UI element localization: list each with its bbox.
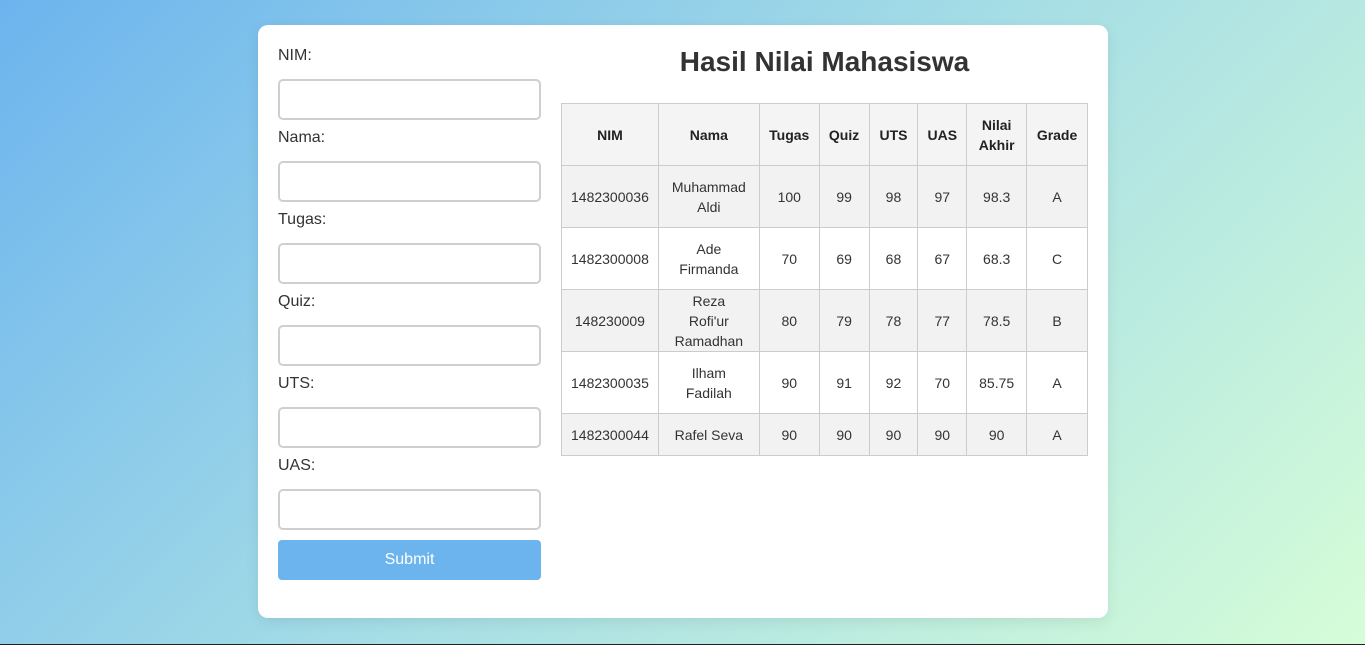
cell-nama: Ilham Fadilah <box>657 351 760 414</box>
table-row: 148230009 Reza Rofi'ur Ramadhan 80 79 78… <box>561 289 1088 352</box>
cell-nilai-akhir: 85.75 <box>966 351 1028 414</box>
cell-nama: Muhammad Aldi <box>657 165 760 228</box>
quiz-label: Quiz: <box>278 293 316 310</box>
cell-quiz: 91 <box>818 351 870 414</box>
cell-uts: 78 <box>868 289 919 352</box>
tugas-label: Tugas: <box>278 211 327 228</box>
column-header-quiz: Quiz <box>818 103 870 166</box>
nama-input[interactable] <box>278 161 541 202</box>
cell-nama: Ade Firmanda <box>657 227 760 290</box>
cell-grade: A <box>1026 413 1088 456</box>
cell-grade: A <box>1026 351 1088 414</box>
cell-quiz: 79 <box>818 289 870 352</box>
cell-uas: 70 <box>917 351 968 414</box>
cell-uas: 97 <box>917 165 968 228</box>
uts-label: UTS: <box>278 375 315 392</box>
cell-tugas: 80 <box>758 289 820 352</box>
column-header-nama: Nama <box>657 103 760 166</box>
cell-nilai-akhir: 68.3 <box>966 227 1028 290</box>
cell-nim: 1482300008 <box>561 227 659 290</box>
cell-tugas: 100 <box>758 165 820 228</box>
cell-uts: 98 <box>868 165 919 228</box>
results-panel: Hasil Nilai Mahasiswa NIM Nama Tugas Qui… <box>561 43 1088 456</box>
cell-tugas: 90 <box>758 413 820 456</box>
cell-uas: 90 <box>917 413 968 456</box>
column-header-uas: UAS <box>917 103 968 166</box>
column-header-grade: Grade <box>1026 103 1088 166</box>
cell-tugas: 70 <box>758 227 820 290</box>
cell-nama: Reza Rofi'ur Ramadhan <box>657 289 760 352</box>
cell-nilai-akhir: 98.3 <box>966 165 1028 228</box>
column-header-tugas: Tugas <box>758 103 820 166</box>
nim-input[interactable] <box>278 79 541 120</box>
submit-button[interactable]: Submit <box>278 540 541 580</box>
column-header-uts: UTS <box>868 103 919 166</box>
cell-quiz: 90 <box>818 413 870 456</box>
cell-quiz: 69 <box>818 227 870 290</box>
results-title: Hasil Nilai Mahasiswa <box>679 46 970 77</box>
cell-nim: 1482300035 <box>561 351 659 414</box>
cell-grade: B <box>1026 289 1088 352</box>
cell-nilai-akhir: 78.5 <box>966 289 1028 352</box>
column-header-nim: NIM <box>561 103 659 166</box>
cell-uas: 67 <box>917 227 968 290</box>
cell-tugas: 90 <box>758 351 820 414</box>
cell-nama: Rafel Seva <box>657 413 760 456</box>
cell-uas: 77 <box>917 289 968 352</box>
grades-table: NIM Nama Tugas Quiz UTS UAS Nilai Akhir … <box>561 103 1088 456</box>
cell-nim: 148230009 <box>561 289 659 352</box>
table-row: 1482300008 Ade Firmanda 70 69 68 67 68.3… <box>561 227 1088 290</box>
cell-nilai-akhir: 90 <box>966 413 1028 456</box>
cell-nim: 1482300036 <box>561 165 659 228</box>
table-header-row: NIM Nama Tugas Quiz UTS UAS Nilai Akhir … <box>561 103 1088 166</box>
uts-input[interactable] <box>278 407 541 448</box>
cell-nim: 1482300044 <box>561 413 659 456</box>
quiz-input[interactable] <box>278 325 541 366</box>
cell-grade: A <box>1026 165 1088 228</box>
cell-uts: 92 <box>868 351 919 414</box>
tugas-input[interactable] <box>278 243 541 284</box>
grade-input-form: NIM: Nama: Tugas: Quiz: UTS: UAS: Submit <box>278 47 541 580</box>
table-row: 1482300044 Rafel Seva 90 90 90 90 90 A <box>561 413 1088 456</box>
main-card: NIM: Nama: Tugas: Quiz: UTS: UAS: Submit… <box>258 25 1108 618</box>
column-header-nilai-akhir: Nilai Akhir <box>966 103 1028 166</box>
cell-quiz: 99 <box>818 165 870 228</box>
uas-input[interactable] <box>278 489 541 530</box>
table-row: 1482300035 Ilham Fadilah 90 91 92 70 85.… <box>561 351 1088 414</box>
cell-uts: 90 <box>868 413 919 456</box>
cell-grade: C <box>1026 227 1088 290</box>
nim-label: NIM: <box>278 47 312 64</box>
cell-uts: 68 <box>868 227 919 290</box>
uas-label: UAS: <box>278 457 316 474</box>
table-row: 1482300036 Muhammad Aldi 100 99 98 97 98… <box>561 165 1088 228</box>
nama-label: Nama: <box>278 129 326 146</box>
